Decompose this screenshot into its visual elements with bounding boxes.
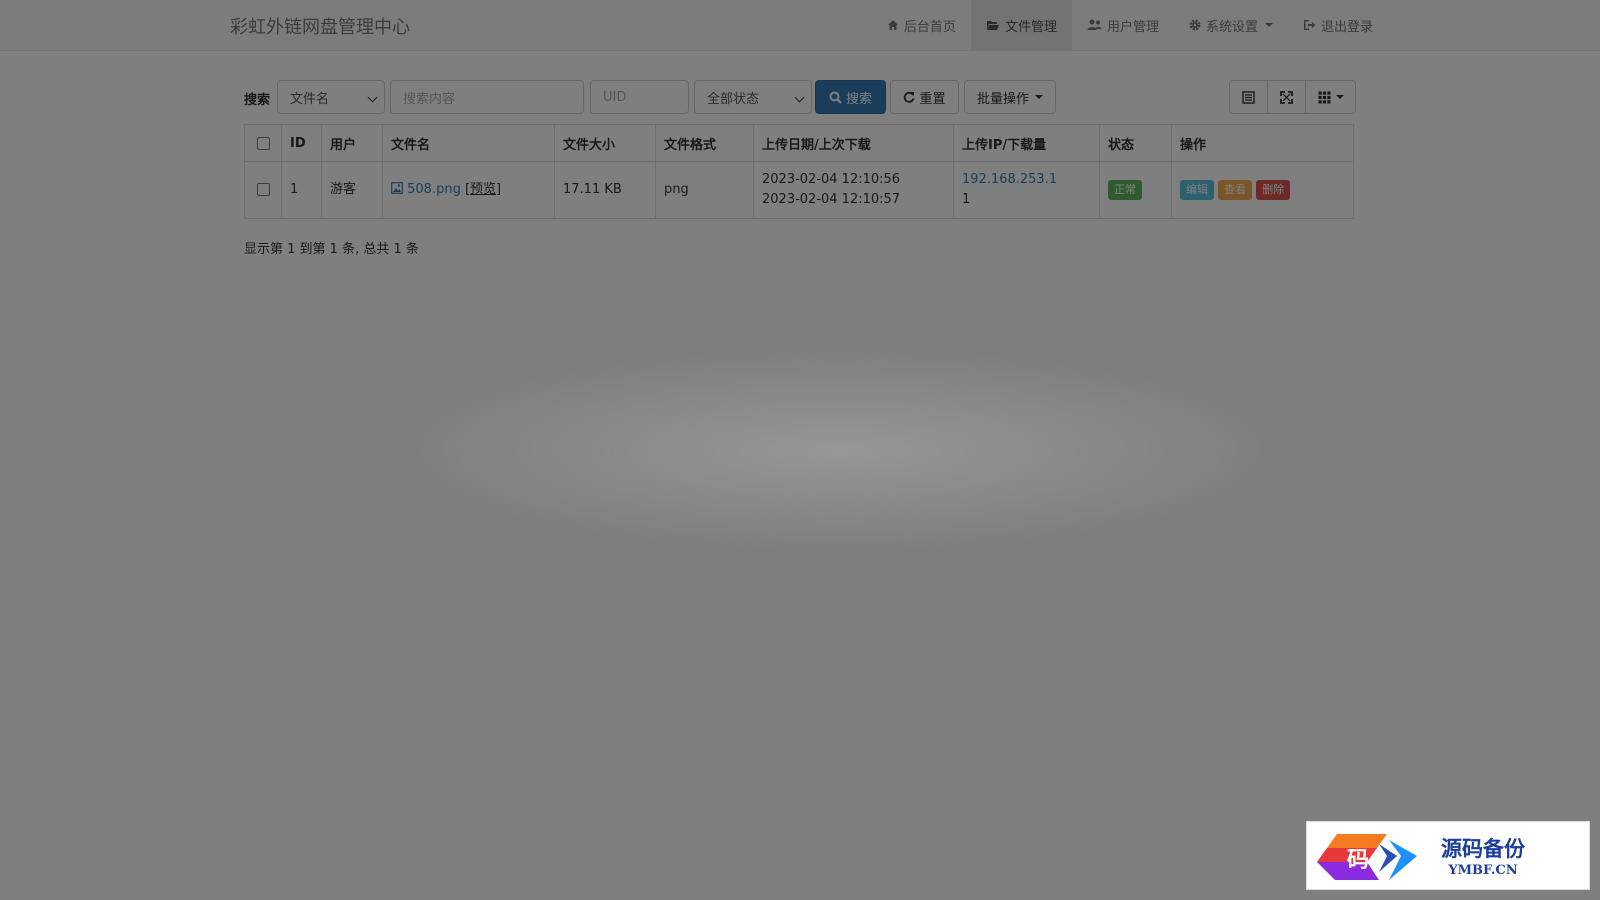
watermark-logo-graphic: 码: [1317, 833, 1417, 880]
watermark-en: YMBF.CN: [1448, 863, 1518, 878]
watermark-text: 源码备份 YMBF.CN: [1441, 833, 1525, 878]
watermark-logo-char: 码: [1347, 847, 1369, 873]
watermark-cn: 源码备份: [1441, 836, 1525, 861]
loading-blur: [180, 300, 1500, 600]
watermark-logo: 码: [1317, 826, 1437, 886]
watermark: 码 源码备份 YMBF.CN: [1306, 821, 1590, 890]
